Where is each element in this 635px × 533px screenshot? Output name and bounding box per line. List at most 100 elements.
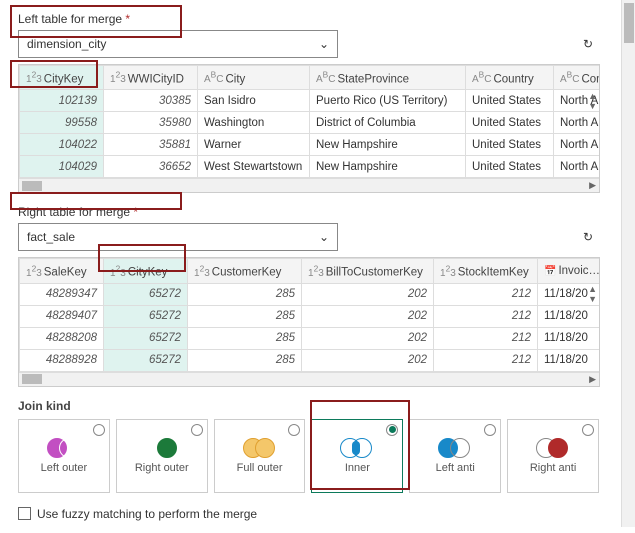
join-kind-label: Join kind (18, 399, 599, 413)
join-option-label: Inner (345, 462, 370, 474)
cell: United States (466, 90, 554, 112)
cell: 11/18/20 (538, 349, 601, 371)
radio-icon (288, 424, 300, 436)
left-table-label: Left table for merge * (18, 12, 599, 26)
column-header-city[interactable]: ABCCity (198, 66, 310, 90)
left-table-preview[interactable]: 123CityKey123WWICityIDABCCityABCStatePro… (18, 64, 600, 193)
cell: 202 (302, 283, 434, 305)
dialog-vertical-scrollbar[interactable] (621, 0, 635, 527)
cell: 285 (188, 349, 302, 371)
right-table-select[interactable]: fact_sale⌄ (18, 223, 338, 251)
join-option-label: Right anti (530, 462, 576, 474)
cell: 48289347 (20, 283, 104, 305)
cell: Warner (198, 134, 310, 156)
column-header-country[interactable]: ABCCountry (466, 66, 554, 90)
left-horizontal-scrollbar[interactable]: ▶ (19, 178, 599, 192)
cell: 104029 (20, 156, 104, 178)
cell: United States (466, 112, 554, 134)
column-header-invoiceda[interactable]: 📅InvoiceDa (538, 259, 601, 283)
cell: 104022 (20, 134, 104, 156)
cell: 35980 (104, 112, 198, 134)
table-row[interactable]: 482889286527228520221211/18/20 (20, 349, 601, 371)
cell: 30385 (104, 90, 198, 112)
join-option-label: Full outer (237, 462, 283, 474)
cell: West Stewartstown (198, 156, 310, 178)
cell: North Amer (554, 156, 601, 178)
radio-icon (386, 424, 398, 436)
join-option-right-anti[interactable]: Right anti (507, 419, 599, 493)
table-row[interactable]: 10402235881WarnerNew HampshireUnited Sta… (20, 134, 601, 156)
right-table-label: Right table for merge * (18, 205, 599, 219)
cell: 11/18/20 (538, 327, 601, 349)
join-option-left-anti[interactable]: Left anti (409, 419, 501, 493)
column-header-stockitemkey[interactable]: 123StockItemKey (434, 259, 538, 283)
cell: New Hampshire (310, 134, 466, 156)
right-table-preview[interactable]: 123SaleKey123CityKey123CustomerKey123Bil… (18, 257, 600, 386)
cell: District of Columbia (310, 112, 466, 134)
cell: 48289407 (20, 305, 104, 327)
venn-icon (145, 438, 179, 458)
cell: 102139 (20, 90, 104, 112)
cell: 99558 (20, 112, 104, 134)
cell: 285 (188, 305, 302, 327)
cell: 212 (434, 349, 538, 371)
cell: Washington (198, 112, 310, 134)
radio-icon (582, 424, 594, 436)
cell: 65272 (104, 349, 188, 371)
cell: 202 (302, 305, 434, 327)
column-header-citykey[interactable]: 123CityKey (104, 259, 188, 283)
table-row[interactable]: 482894076527228520221211/18/20 (20, 305, 601, 327)
column-header-stateprovince[interactable]: ABCStateProvince (310, 66, 466, 90)
right-horizontal-scrollbar[interactable]: ▶ (19, 372, 599, 386)
cell: 212 (434, 327, 538, 349)
venn-icon (340, 438, 374, 458)
column-header-salekey[interactable]: 123SaleKey (20, 259, 104, 283)
venn-icon (47, 438, 81, 458)
table-row[interactable]: 482893476527228520221211/18/20 (20, 283, 601, 305)
venn-icon (243, 438, 277, 458)
join-option-right-outer[interactable]: Right outer (116, 419, 208, 493)
left-table-select[interactable]: dimension_city⌄ (18, 30, 338, 58)
cell: North Amer (554, 134, 601, 156)
table-row[interactable]: 10402936652West StewartstownNew Hampshir… (20, 156, 601, 178)
cell: 202 (302, 327, 434, 349)
table-row[interactable]: 10213930385San IsidroPuerto Rico (US Ter… (20, 90, 601, 112)
cell: 48288208 (20, 327, 104, 349)
join-option-inner[interactable]: Inner (311, 419, 403, 493)
table-row[interactable]: 482882086527228520221211/18/20 (20, 327, 601, 349)
cell: 212 (434, 305, 538, 327)
cell: 285 (188, 327, 302, 349)
radio-icon (191, 424, 203, 436)
column-header-billtocustomerkey[interactable]: 123BillToCustomerKey (302, 259, 434, 283)
venn-icon (536, 438, 570, 458)
cell: 11/18/20 (538, 305, 601, 327)
cell: United States (466, 156, 554, 178)
cell: 48288928 (20, 349, 104, 371)
cell: 65272 (104, 283, 188, 305)
chevron-down-icon: ⌄ (319, 37, 329, 51)
radio-icon (93, 424, 105, 436)
table-row[interactable]: 9955835980WashingtonDistrict of Columbia… (20, 112, 601, 134)
join-option-label: Right outer (135, 462, 189, 474)
join-option-left-outer[interactable]: Left outer (18, 419, 110, 493)
right-refresh-button[interactable]: ↻ (577, 226, 599, 248)
column-header-wwicityid[interactable]: 123WWICityID (104, 66, 198, 90)
fuzzy-matching-checkbox[interactable] (18, 507, 31, 520)
cell: 35881 (104, 134, 198, 156)
cell: North Amer (554, 112, 601, 134)
column-header-citykey[interactable]: 123CityKey (20, 66, 104, 90)
cell: 212 (434, 283, 538, 305)
cell: 65272 (104, 305, 188, 327)
cell: San Isidro (198, 90, 310, 112)
column-header-continent[interactable]: ABCContinent (554, 66, 601, 90)
cell: 65272 (104, 327, 188, 349)
left-refresh-button[interactable]: ↻ (577, 33, 599, 55)
join-option-label: Left outer (41, 462, 87, 474)
join-option-label: Left anti (436, 462, 475, 474)
join-option-full-outer[interactable]: Full outer (214, 419, 306, 493)
radio-icon (484, 424, 496, 436)
cell: 285 (188, 283, 302, 305)
refresh-icon: ↻ (583, 37, 593, 51)
refresh-icon: ↻ (583, 230, 593, 244)
column-header-customerkey[interactable]: 123CustomerKey (188, 259, 302, 283)
